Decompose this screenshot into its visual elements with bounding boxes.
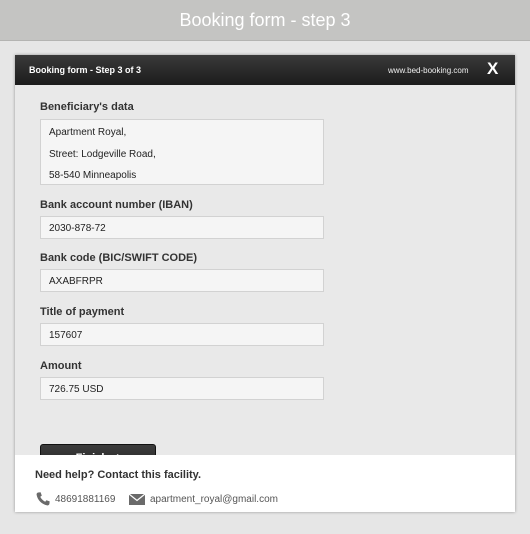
beneficiary-label: Beneficiary's data: [40, 101, 134, 113]
iban-label: Bank account number (IBAN): [40, 199, 193, 211]
modal-titlebar: Booking form - Step 3 of 3 www.bed-booki…: [15, 55, 515, 85]
modal-title: Booking form - Step 3 of 3: [29, 65, 142, 75]
bank-code-field: AXABFRPR: [40, 269, 324, 292]
payment-title-value: 157607: [49, 330, 83, 341]
amount-label: Amount: [40, 360, 82, 372]
beneficiary-line: 58-540 Minneapolis: [49, 170, 137, 181]
booking-modal: Booking form - Step 3 of 3 www.bed-booki…: [15, 55, 515, 512]
payment-title-field: 157607: [40, 323, 324, 346]
iban-field: 2030-878-72: [40, 216, 324, 239]
bank-code-value: AXABFRPR: [49, 276, 103, 287]
bank-code-label: Bank code (BIC/SWIFT CODE): [40, 252, 198, 264]
phone-icon: [35, 491, 51, 507]
envelope-icon: [128, 491, 146, 507]
amount-field: 726.75 USD: [40, 377, 324, 400]
page-header: Booking form - step 3: [0, 0, 530, 41]
email-address: apartment_royal@gmail.com: [150, 493, 278, 505]
beneficiary-line: Apartment Royal,: [49, 127, 127, 138]
beneficiary-line: Street: Lodgeville Road,: [49, 149, 156, 160]
email-contact[interactable]: apartment_royal@gmail.com: [128, 491, 278, 507]
site-url: www.bed-booking.com: [388, 66, 469, 75]
help-section: Need help? Contact this facility. 486918…: [15, 455, 515, 512]
page-title: Booking form - step 3: [179, 9, 351, 30]
iban-value: 2030-878-72: [49, 223, 106, 234]
payment-title-label: Title of payment: [40, 306, 125, 318]
close-button[interactable]: X: [487, 59, 498, 79]
help-title: Need help? Contact this facility.: [35, 469, 202, 481]
phone-contact[interactable]: 48691881169: [35, 491, 115, 507]
phone-number: 48691881169: [55, 493, 116, 505]
beneficiary-box: Apartment Royal, Street: Lodgeville Road…: [40, 119, 324, 185]
amount-value: 726.75 USD: [49, 384, 104, 395]
